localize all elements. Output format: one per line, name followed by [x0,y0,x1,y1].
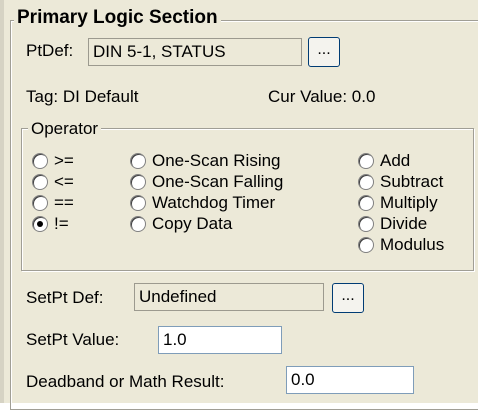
radio-circle-icon [358,195,374,211]
operator-option-label: One-Scan Rising [152,151,281,170]
radio-circle-icon [358,216,374,232]
operator-option-label: Multiply [380,193,438,212]
ptdef-field[interactable]: DIN 5-1, STATUS [88,38,302,66]
deadband-label: Deadband or Math Result: [26,372,225,391]
setpt-value-label: SetPt Value: [26,330,120,349]
primary-logic-panel: Primary Logic Section PtDef: DIN 5-1, ST… [0,0,478,410]
operator-option-label: <= [54,172,74,191]
section-title: Primary Logic Section [14,8,221,28]
operator-option-label: >= [54,151,74,170]
panel-edge [0,0,4,403]
tag-label: Tag: DI Default [26,87,139,106]
operator-option-label: Watchdog Timer [152,193,276,212]
radio-circle-icon [358,237,374,253]
operator-option-label: Copy Data [152,214,233,233]
operator-option-label: Subtract [380,172,444,191]
ptdef-browse-button[interactable]: ... [308,37,340,67]
deadband-input[interactable]: 0.0 [286,366,414,394]
setpt-def-label: SetPt Def: [26,288,104,307]
operator-option-label: != [54,214,69,233]
ptdef-label: PtDef: [26,41,74,60]
radio-dot-icon [37,221,43,227]
operator-option-label: One-Scan Falling [152,172,284,191]
radio-circle-icon [130,174,146,190]
operator-title: Operator [28,119,102,139]
operator-option-label: Modulus [380,235,445,254]
radio-circle-icon [32,174,48,190]
radio-circle-icon [32,153,48,169]
setpt-value-input[interactable]: 1.0 [158,326,282,354]
radio-circle-icon [32,195,48,211]
operator-option-label: == [54,193,74,212]
radio-circle-icon [358,153,374,169]
setpt-def-browse-button[interactable]: ... [332,283,364,313]
radio-selected-icon [32,216,48,232]
cur-value-label: Cur Value: 0.0 [268,87,376,106]
radio-circle-icon [130,195,146,211]
setpt-def-field[interactable]: Undefined [134,283,324,311]
radio-circle-icon [130,216,146,232]
radio-circle-icon [130,153,146,169]
operator-option-label: Add [380,151,411,170]
operator-option-label: Divide [380,214,428,233]
radio-circle-icon [358,174,374,190]
